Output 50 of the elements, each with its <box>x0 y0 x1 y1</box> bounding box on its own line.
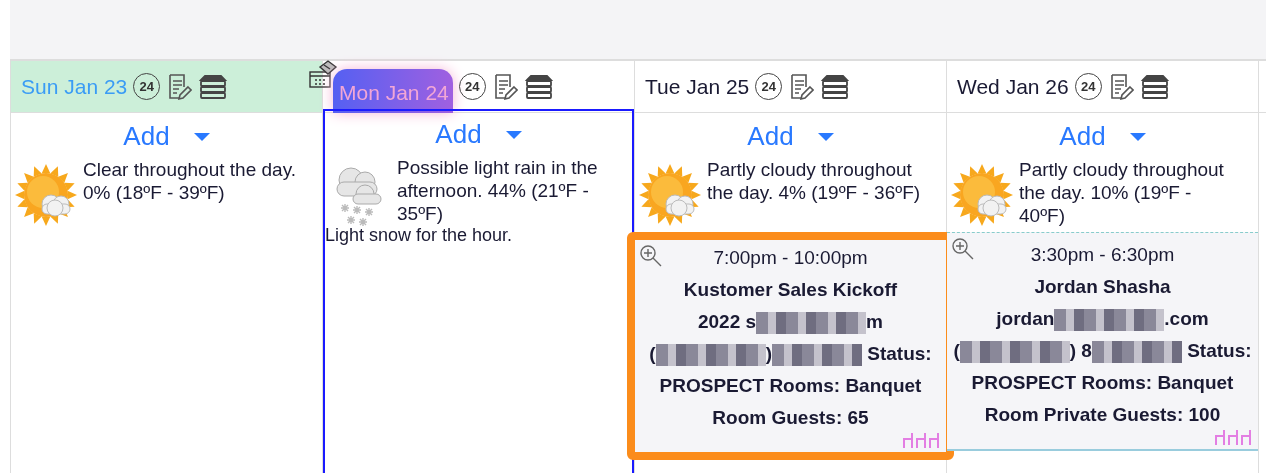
event-detail-text: Room Private Guests: 100 <box>984 404 1221 425</box>
weather-text: Possible light rain in the afternoon. 44% (21ºF - 35ºF) <box>397 156 599 225</box>
day-label: Wed Jan 26 <box>957 74 1069 99</box>
add-dropdown-button[interactable]: Add <box>415 111 542 154</box>
caret-icon <box>505 130 522 139</box>
event-detail-text: 2022 s <box>698 311 757 332</box>
event-time: 3:30pm - 6:30pm <box>1030 243 1175 267</box>
sun-cloud-icon <box>13 162 79 228</box>
caret-icon <box>193 132 210 141</box>
event-card[interactable]: 3:30pm - 6:30pm Jordan Shasha jordan .com ( ) 8 Status: PROSPECT Rooms: Banquet Room Private Guests: 100 <box>947 232 1258 451</box>
event-detail-text: ) 8 <box>1069 340 1092 361</box>
event-time: 7:00pm - 10:00pm <box>713 246 868 270</box>
event-detail-text: Room Guests: 65 <box>712 407 869 428</box>
event-detail-text: ) <box>765 343 772 364</box>
caret-icon <box>817 132 834 141</box>
book-stack-icon[interactable] <box>198 73 229 100</box>
event-card[interactable]: 7:00pm - 10:00pm Kustomer Sales Kickoff 2022 s m ( ) Status: PROSPECT Rooms: Banquet Room Guests: 65 <box>627 232 954 460</box>
event-detail-text: ( <box>953 340 960 361</box>
event-detail-text: Status: <box>866 343 932 364</box>
event-detail-text: ( <box>649 343 656 364</box>
weather-text: Partly cloudy throughout the day. 10% (19ºF - 40ºF) <box>1019 158 1225 227</box>
event-detail-text: PROSPECT Rooms: Banquet <box>971 372 1234 393</box>
day-label: Tue Jan 25 <box>645 74 750 99</box>
book-stack-icon[interactable] <box>523 73 554 100</box>
zoom-in-icon[interactable] <box>639 244 663 268</box>
event-detail-text: .com <box>1164 308 1209 329</box>
weather-note: Light snow for the hour. <box>325 224 514 247</box>
zoom-in-icon[interactable] <box>951 237 975 261</box>
event-title: Jordan Shasha <box>1033 275 1172 299</box>
calendar-grid-icon[interactable] <box>308 59 338 89</box>
sun-cloud-icon <box>949 162 1015 228</box>
add-dropdown-button[interactable]: Add <box>1039 113 1166 156</box>
resize-handle-icon[interactable] <box>1214 429 1252 445</box>
weather-text: Clear throughout the day. 0% (18ºF - 39ºF) <box>83 158 297 204</box>
notes-edit-icon[interactable] <box>166 72 193 101</box>
notes-edit-icon[interactable] <box>788 72 815 101</box>
event-detail-text: Status: <box>1186 340 1252 361</box>
event-detail-text: m <box>866 311 883 332</box>
caret-icon <box>1129 132 1146 141</box>
day-label: Sun Jan 23 <box>21 74 128 99</box>
event-detail-text: jordan <box>996 308 1055 329</box>
book-stack-icon[interactable] <box>820 73 851 100</box>
event-detail-text: PROSPECT Rooms: Banquet <box>659 375 922 396</box>
weather-text: Partly cloudy throughout the day. 4% (19ºF - 36ºF) <box>707 158 922 204</box>
book-stack-icon[interactable] <box>1139 73 1170 100</box>
add-dropdown-button[interactable]: Add <box>103 113 230 156</box>
add-dropdown-button[interactable]: Add <box>727 113 854 156</box>
event-title: Kustomer Sales Kickoff <box>682 278 899 302</box>
resize-handle-icon[interactable] <box>902 432 940 448</box>
sun-cloud-icon <box>637 162 703 228</box>
